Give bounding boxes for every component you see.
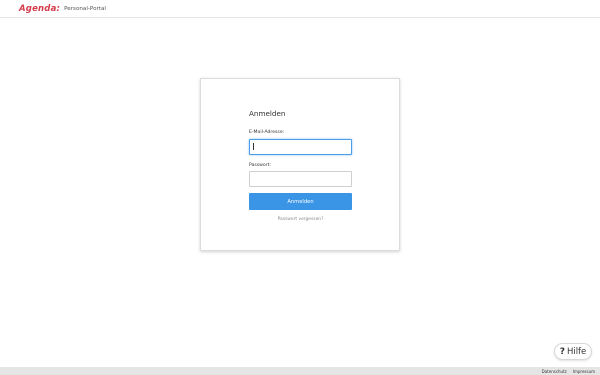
- agenda-logo[interactable]: Agenda:: [19, 4, 60, 14]
- privacy-link[interactable]: Datenschutz: [542, 369, 567, 374]
- password-label: Passwort:: [249, 163, 271, 168]
- forgot-password-link[interactable]: Passwort vergessen?: [249, 217, 352, 222]
- imprint-link[interactable]: Impressum: [573, 369, 595, 374]
- email-label: E-Mail-Adresse:: [249, 130, 285, 135]
- password-input[interactable]: [249, 171, 352, 187]
- question-mark-icon: ?: [559, 346, 565, 357]
- login-button[interactable]: Anmelden: [249, 193, 352, 210]
- text-caret: [253, 143, 254, 150]
- help-button[interactable]: ? Hilfe: [554, 343, 592, 360]
- login-page: Agenda: Personal-Portal Anmelden E-Mail-…: [0, 0, 600, 375]
- footer-bar: Datenschutz Impressum: [0, 367, 600, 375]
- email-input[interactable]: [249, 139, 352, 155]
- login-card: Anmelden E-Mail-Adresse: Passwort: Anmel…: [200, 78, 400, 251]
- top-header: Agenda: Personal-Portal: [0, 0, 600, 18]
- portal-title: Personal-Portal: [64, 5, 106, 12]
- login-title: Anmelden: [249, 109, 286, 118]
- help-label: Hilfe: [566, 346, 587, 357]
